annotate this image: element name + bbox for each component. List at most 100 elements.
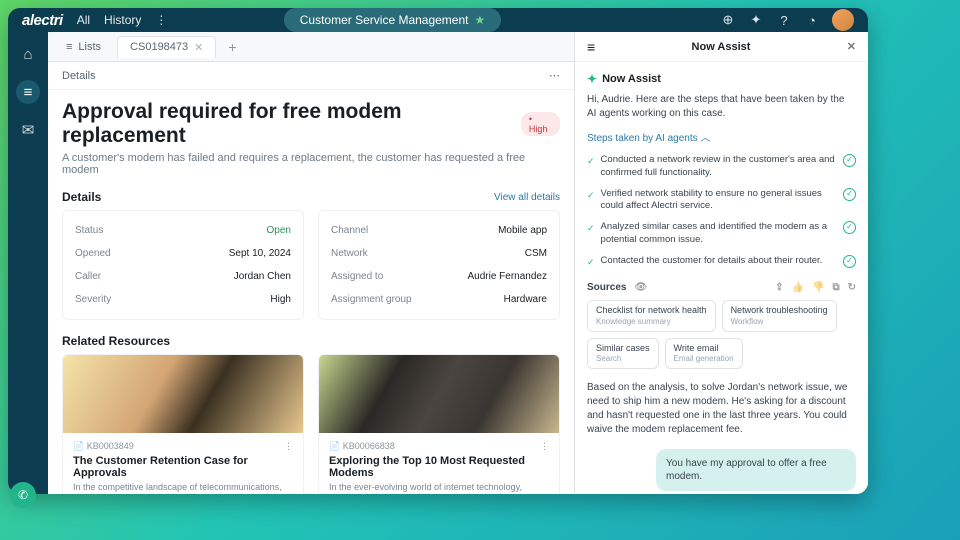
tab-case[interactable]: CS0198473 ✕ [117,36,216,58]
resource-card: 📄 KB00066838⋮ Exploring the Top 10 Most … [318,354,560,494]
nav-more-icon[interactable]: ⋮ [155,13,167,27]
check-icon: ✓ [587,222,595,234]
steps-toggle[interactable]: Steps taken by AI agents ︿ [587,129,856,144]
detail-row: Network CSM [331,242,547,265]
step-item: ✓ Analyzed similar cases and identified … [587,217,856,251]
main-area: ⌂ ≡ ✉ ≡ Lists CS0198473 ✕ + Details ⋯ [8,32,868,494]
new-tab-button[interactable]: + [220,39,244,55]
detail-row: Caller Jordan Chen [75,265,291,288]
avatar[interactable] [832,9,854,31]
feedback-icons: ⇪ 👍 👎 ⧉ ↻ [775,282,856,293]
tab-lists-label: Lists [78,41,101,53]
content: ≡ Lists CS0198473 ✕ + Details ⋯ Approval… [48,32,868,494]
assist-header: ≡ Now Assist ✕ [575,32,868,62]
priority-badge: • High [521,112,560,136]
resource-image [319,355,559,433]
detail-key: Channel [331,225,368,236]
detail-row: Status Open [75,219,291,242]
step-item: ✓ Verified network stability to ensure n… [587,184,856,218]
detail-key: Status [75,225,103,236]
related-heading: Related Resources [62,334,170,348]
detail-key: Network [331,248,368,259]
detail-value: Open [267,225,291,236]
status-ok-icon: ✓ [843,188,856,201]
view-all-details-link[interactable]: View all details [494,192,560,203]
globe-icon[interactable]: ⊕ [720,12,736,28]
help-icon[interactable]: ? [776,12,792,28]
source-chip[interactable]: Similar casesSearch [587,338,659,370]
refresh-icon[interactable]: ↻ [848,282,856,293]
home-icon[interactable]: ⌂ [16,42,40,66]
thumbs-up-icon[interactable]: 👍 [792,282,804,293]
detail-value: Mobile app [498,225,547,236]
app-shell: alectri All History ⋮ Customer Service M… [8,8,868,494]
nav-all[interactable]: All [77,13,90,27]
inbox-icon[interactable]: ✉ [16,118,40,142]
step-text: Contacted the customer for details about… [601,255,837,268]
details-heading: Details [62,190,101,204]
page-subtitle: A customer's modem has failed and requir… [62,152,560,176]
step-text: Analyzed similar cases and identified th… [601,221,837,247]
details-card-right: Channel Mobile app Network CSM Assigned to Au… [318,210,560,320]
detail-row: Severity High [75,288,291,311]
copy-icon[interactable]: ⧉ [832,282,839,293]
source-chip[interactable]: Checklist for network healthKnowledge su… [587,300,716,332]
check-icon: ✓ [587,155,595,167]
more-icon[interactable]: ⋯ [549,69,560,82]
assist-title-text: Now Assist [602,73,661,85]
detail-key: Severity [75,294,111,305]
step-item: ✓ Conducted a network review in the cust… [587,150,856,184]
step-text: Verified network stability to ensure no … [601,188,837,214]
source-chip[interactable]: Write emailEmail generation [665,338,743,370]
resource-image [63,355,303,433]
workspace-pill[interactable]: Customer Service Management ★ [284,8,502,32]
left-rail: ⌂ ≡ ✉ [8,32,48,494]
related-header: Related Resources [62,334,560,348]
sources-grid: Checklist for network healthKnowledge su… [587,300,856,369]
thumbs-down-icon[interactable]: 👎 [812,282,824,293]
phone-bubble[interactable]: ✆ [10,482,36,508]
resource-meta: 📄 KB00066838⋮ [329,441,549,452]
detail-value: Audrie Fernandez [468,271,548,282]
detail-value: Jordan Chen [234,271,291,282]
check-icon: ✓ [587,256,595,268]
detail-key: Caller [75,271,101,282]
close-icon[interactable]: ✕ [847,40,856,53]
share-icon[interactable]: ⇪ [775,282,783,293]
tab-case-label: CS0198473 [130,41,188,53]
user-message-bubble: You have my approval to offer a free mod… [656,449,856,491]
status-ok-icon: ✓ [843,154,856,167]
page-title: Approval required for free modem replace… [62,100,560,148]
detail-row: Channel Mobile app [331,219,547,242]
page-title-text: Approval required for free modem replace… [62,100,511,148]
detail-key: Opened [75,248,111,259]
step-text: Conducted a network review in the custom… [601,154,837,180]
detail-row: Assigned to Audrie Fernandez [331,265,547,288]
workspace-label: Customer Service Management [300,13,469,27]
close-icon[interactable]: ✕ [194,41,203,54]
detail-value: High [270,294,291,305]
tab-lists[interactable]: ≡ Lists [54,37,113,57]
assist-header-title: Now Assist [692,41,751,53]
detail-value: CSM [525,248,547,259]
nav-history[interactable]: History [104,13,141,27]
eye-icon[interactable]: 👁 [634,282,647,293]
hamburger-icon[interactable]: ≡ [587,39,595,55]
resource-desc: In the ever-evolving world of internet t… [329,482,549,494]
source-chip[interactable]: Network troubleshootingWorkflow [722,300,837,332]
brand-logo[interactable]: alectri [22,12,63,29]
detail-value: Sept 10, 2024 [229,248,291,259]
resource-desc: In the competitive landscape of telecomm… [73,482,293,494]
list-icon[interactable]: ≡ [16,80,40,104]
resource-title: The Customer Retention Case for Approval… [73,455,293,479]
assist-intro: Hi, Audrie. Here are the steps that have… [587,93,856,121]
resource-title: Exploring the Top 10 Most Requested Mode… [329,455,549,479]
step-item: ✓ Contacted the customer for details abo… [587,251,856,272]
bell-icon[interactable]: ◔ [804,12,820,28]
assist-title: ✦ Now Assist [587,72,856,86]
detail-key: Assigned to [331,271,383,282]
assist-body: ✦ Now Assist Hi, Audrie. Here are the st… [575,62,868,494]
sparkle-icon[interactable]: ✦ [748,12,764,28]
detail-value: Hardware [504,294,547,305]
top-icons: ⊕ ✦ ? ◔ [720,9,854,31]
